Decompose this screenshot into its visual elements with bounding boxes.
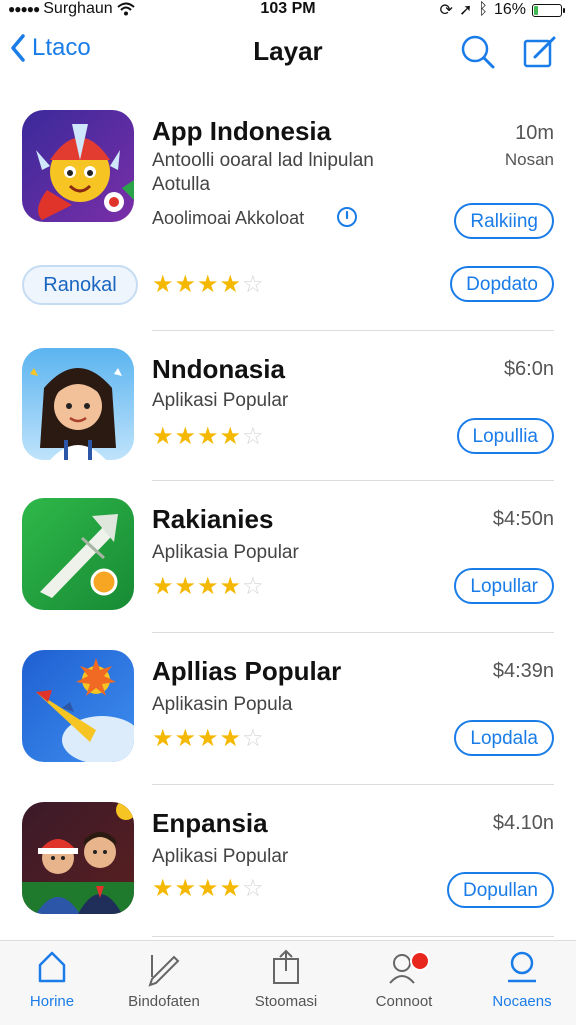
bluetooth-icon: ᛒ (478, 1, 488, 18)
star-filled-icon: ★ (152, 725, 175, 752)
tab-label: Bindofaten (128, 993, 200, 1010)
lock-rotation-icon: ⟳ (439, 2, 453, 19)
divider (152, 784, 554, 785)
star-filled-icon: ★ (219, 573, 243, 600)
get-button[interactable]: Lopullar (454, 568, 554, 604)
star-filled-icon: ★ (174, 725, 198, 752)
star-filled-icon: ★ (174, 423, 198, 450)
update-button[interactable]: Dopdato (450, 266, 554, 302)
star-filled-icon: ★ (152, 875, 175, 902)
star-filled-icon: ★ (197, 875, 220, 902)
divider (152, 480, 554, 481)
star-filled-icon: ★ (197, 271, 220, 298)
tab-label: Connoot (375, 993, 433, 1010)
star-filled-icon: ★ (219, 725, 243, 752)
nav-bar: Ltaco Layar (0, 20, 576, 84)
app-name: Nndonasia (152, 354, 285, 384)
app-icon-girl (22, 348, 134, 460)
star-filled-icon: ★ (219, 875, 243, 902)
star-filled-icon: ★ (219, 423, 243, 450)
share-icon (273, 949, 299, 984)
pen-icon (148, 955, 180, 987)
star-empty-icon: ☆ (242, 875, 265, 902)
star-filled-icon: ★ (197, 573, 220, 600)
tab-label: Nocaens (492, 993, 552, 1010)
star-filled-icon: ★ (152, 271, 175, 298)
star-empty-icon: ☆ (242, 423, 265, 450)
tab-bar: Horine Bindofaten Stoomasi Connoot Nocae… (0, 940, 576, 1025)
star-rating: ★★★★☆ (152, 874, 265, 903)
star-filled-icon: ★ (197, 423, 220, 450)
battery-percent: 16% (493, 1, 526, 18)
star-rating: ★★★★☆ (152, 270, 265, 299)
star-rating: ★★★★☆ (152, 422, 265, 451)
app-icon-rocket (22, 650, 134, 762)
app-icon-arrow (22, 498, 134, 610)
location-icon: ➚ (458, 2, 473, 19)
ranking-button[interactable]: Ralkiing (454, 203, 554, 239)
tab-share[interactable]: Stoomasi (234, 947, 338, 1010)
app-price: $4:50n (492, 508, 554, 530)
star-filled-icon: ★ (152, 573, 175, 600)
star-filled-icon: ★ (174, 271, 198, 298)
list-item[interactable]: Apllias Popular Aplikasin Popula ★★★★☆ $… (0, 642, 576, 792)
star-filled-icon: ★ (219, 271, 243, 298)
app-subtitle: Aplikasi Popular (152, 390, 289, 411)
app-subtitle: Aplikasin Popula (152, 694, 293, 715)
home-icon (38, 951, 66, 983)
get-button[interactable]: Dopullan (447, 872, 554, 908)
profile-icon (508, 951, 536, 983)
app-price: $4.10n (492, 812, 554, 834)
tab-profile[interactable]: Nocaens (470, 947, 574, 1010)
star-empty-icon: ☆ (242, 573, 265, 600)
app-icon-people (22, 802, 134, 914)
battery-icon (532, 3, 565, 17)
app-price-note: Nosan (504, 150, 554, 169)
status-bar: ●●●●● Surghaun 103 PM ⟳ ➚ ᛒ 16% (0, 0, 576, 20)
divider (152, 632, 554, 633)
tab-label: Stoomasi (254, 993, 318, 1010)
app-description-line2: Aotulla (152, 174, 211, 195)
app-name: Rakianies (152, 504, 274, 534)
app-name: Apllias Popular (152, 656, 342, 686)
star-empty-icon: ☆ (242, 271, 265, 298)
tab-drafts[interactable]: Bindofaten (112, 947, 216, 1010)
star-filled-icon: ★ (174, 573, 198, 600)
app-meta: Aoolimoai Akkoloat (152, 208, 305, 228)
app-price: $4:39n (492, 660, 554, 682)
list-item[interactable]: Nndonasia Aplikasi Popular ★★★★☆ $6:0n L… (0, 340, 576, 490)
info-icon[interactable] (336, 206, 358, 228)
tab-contacts[interactable]: Connoot (352, 947, 456, 1010)
tab-label: Horine (29, 993, 75, 1010)
list-item[interactable]: Enpansia Aplikasi Popular ★★★★☆ $4.10n D… (0, 794, 576, 944)
app-name: Enpansia (152, 808, 268, 838)
divider (152, 330, 554, 331)
star-rating: ★★★★☆ (152, 572, 265, 601)
star-filled-icon: ★ (152, 423, 175, 450)
star-filled-icon: ★ (174, 875, 198, 902)
compose-icon[interactable] (520, 32, 560, 72)
app-subtitle: Aplikasia Popular (152, 542, 299, 563)
app-price: $6:0n (503, 358, 554, 380)
rank-pill-button[interactable]: Ranokal (22, 265, 138, 305)
get-button[interactable]: Lopdala (454, 720, 554, 756)
app-description-line1: Antoolli ooaral lad lnipulan (152, 150, 374, 171)
notification-badge (410, 951, 430, 971)
get-button[interactable]: Lopullia (456, 418, 554, 454)
tab-home[interactable]: Horine (0, 947, 104, 1010)
star-filled-icon: ★ (197, 725, 220, 752)
featured-app[interactable]: App Indonesia Antoolli ooaral lad lnipul… (0, 100, 576, 340)
divider (152, 936, 554, 937)
search-icon[interactable] (458, 32, 498, 72)
star-empty-icon: ☆ (242, 725, 265, 752)
star-rating: ★★★★☆ (152, 724, 265, 753)
app-name: App Indonesia (152, 116, 332, 146)
app-icon-mascot (22, 110, 134, 222)
app-price: 10m (515, 122, 554, 144)
app-subtitle: Aplikasi Popular (152, 846, 289, 867)
list-item[interactable]: Rakianies Aplikasia Popular ★★★★☆ $4:50n… (0, 490, 576, 640)
